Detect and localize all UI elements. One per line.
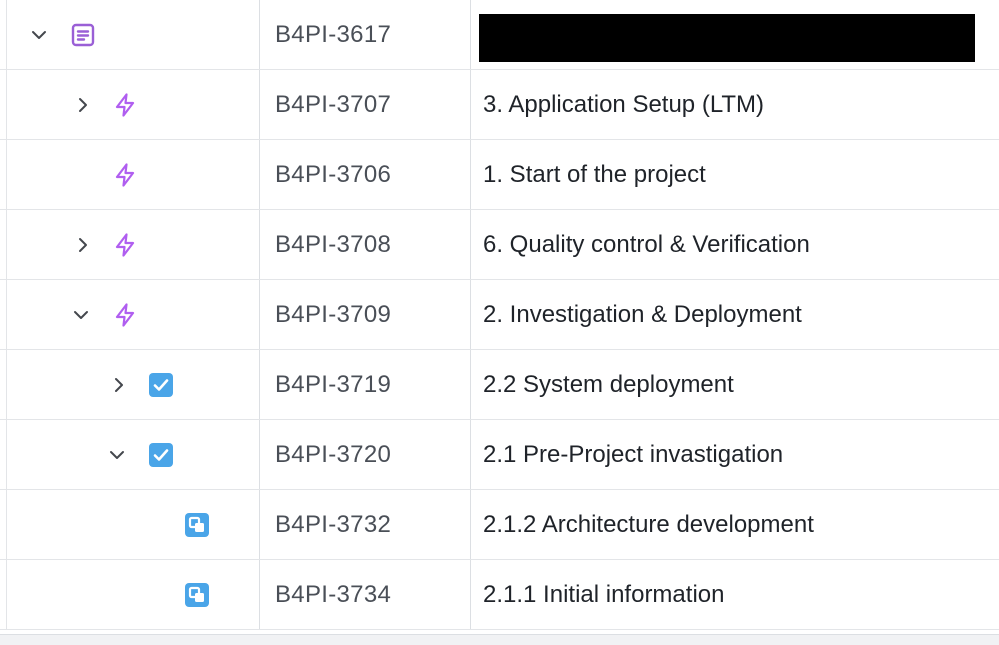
tree-cell <box>6 70 260 139</box>
chevron-right-icon[interactable] <box>107 373 131 397</box>
issue-summary[interactable]: 6. Quality control & Verification <box>483 231 810 259</box>
chevron-down-icon[interactable] <box>105 443 129 467</box>
key-cell: B4PI-3709 <box>259 280 470 349</box>
issue-summary[interactable]: 2.1 Pre-Project invastigation <box>483 441 783 469</box>
lightning-icon <box>111 161 139 189</box>
chevron-right-icon[interactable] <box>71 233 95 257</box>
checkbox-task-icon <box>147 371 175 399</box>
lightning-icon <box>111 301 139 329</box>
table-row[interactable]: B4PI-3734 2.1.1 Initial information <box>0 560 999 630</box>
summary-cell <box>470 0 999 69</box>
issue-summary[interactable]: 2.1.1 Initial information <box>483 581 724 609</box>
tree-cell <box>6 350 260 419</box>
subtask-icon <box>183 581 211 609</box>
table-row[interactable]: B4PI-3617 <box>0 0 999 70</box>
key-cell: B4PI-3720 <box>259 420 470 489</box>
lightning-icon <box>111 231 139 259</box>
key-cell: B4PI-3708 <box>259 210 470 279</box>
issue-hierarchy-table: B4PI-3617 B4PI-3707 3. Application Setup… <box>0 0 999 645</box>
table-footer <box>0 634 999 645</box>
summary-cell: 2. Investigation & Deployment <box>470 280 999 349</box>
issue-key-link[interactable]: B4PI-3708 <box>275 231 391 259</box>
table-row[interactable]: B4PI-3709 2. Investigation & Deployment <box>0 280 999 350</box>
summary-cell: 2.1.2 Architecture development <box>470 490 999 559</box>
issue-key-link[interactable]: B4PI-3732 <box>275 511 391 539</box>
table-row[interactable]: B4PI-3732 2.1.2 Architecture development <box>0 490 999 560</box>
table-row[interactable]: B4PI-3706 1. Start of the project <box>0 140 999 210</box>
issue-key-link[interactable]: B4PI-3617 <box>275 21 391 49</box>
issue-summary[interactable]: 2.2 System deployment <box>483 371 734 399</box>
tree-cell <box>6 140 260 209</box>
checkbox-task-icon <box>147 441 175 469</box>
subtask-icon <box>183 511 211 539</box>
key-cell: B4PI-3732 <box>259 490 470 559</box>
issue-summary[interactable]: 3. Application Setup (LTM) <box>483 91 764 119</box>
table-row[interactable]: B4PI-3720 2.1 Pre-Project invastigation <box>0 420 999 490</box>
issue-key-link[interactable]: B4PI-3719 <box>275 371 391 399</box>
redacted-summary <box>479 14 975 62</box>
issue-summary[interactable]: 2. Investigation & Deployment <box>483 301 802 329</box>
summary-cell: 3. Application Setup (LTM) <box>470 70 999 139</box>
chevron-down-icon[interactable] <box>69 303 93 327</box>
tree-cell <box>6 0 260 69</box>
chevron-right-icon[interactable] <box>71 93 95 117</box>
issue-summary[interactable]: 1. Start of the project <box>483 161 706 189</box>
issue-key-link[interactable]: B4PI-3707 <box>275 91 391 119</box>
tree-cell <box>6 560 260 629</box>
issue-summary[interactable]: 2.1.2 Architecture development <box>483 511 814 539</box>
tree-cell <box>6 280 260 349</box>
key-cell: B4PI-3706 <box>259 140 470 209</box>
issue-key-link[interactable]: B4PI-3734 <box>275 581 391 609</box>
tree-cell <box>6 420 260 489</box>
key-cell: B4PI-3719 <box>259 350 470 419</box>
lightning-icon <box>111 91 139 119</box>
summary-cell: 2.1 Pre-Project invastigation <box>470 420 999 489</box>
table-row[interactable]: B4PI-3719 2.2 System deployment <box>0 350 999 420</box>
tree-cell <box>6 490 260 559</box>
tree-cell <box>6 210 260 279</box>
summary-cell: 1. Start of the project <box>470 140 999 209</box>
summary-cell: 2.1.1 Initial information <box>470 560 999 629</box>
key-cell: B4PI-3707 <box>259 70 470 139</box>
table-row[interactable]: B4PI-3708 6. Quality control & Verificat… <box>0 210 999 280</box>
issue-key-link[interactable]: B4PI-3709 <box>275 301 391 329</box>
issue-key-link[interactable]: B4PI-3720 <box>275 441 391 469</box>
table-row[interactable]: B4PI-3707 3. Application Setup (LTM) <box>0 70 999 140</box>
key-cell: B4PI-3734 <box>259 560 470 629</box>
page-icon <box>69 21 97 49</box>
summary-cell: 2.2 System deployment <box>470 350 999 419</box>
chevron-down-icon[interactable] <box>27 23 51 47</box>
key-cell: B4PI-3617 <box>259 0 470 69</box>
issue-key-link[interactable]: B4PI-3706 <box>275 161 391 189</box>
summary-cell: 6. Quality control & Verification <box>470 210 999 279</box>
